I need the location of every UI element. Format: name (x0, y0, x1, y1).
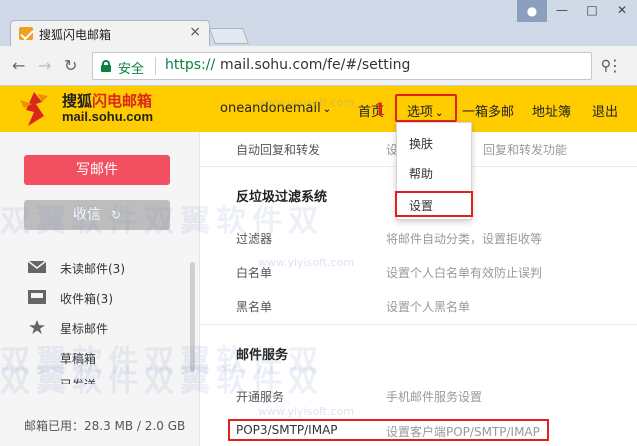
compose-button[interactable]: 写邮件 (24, 155, 170, 185)
dropdown-skin[interactable]: 换肤 (409, 135, 433, 152)
folder-sent[interactable]: 已发送 (28, 372, 188, 384)
close-window-icon[interactable]: ✕ (607, 0, 637, 22)
url-text: mail.sohu.com/fe/#/setting (220, 57, 411, 73)
setting-pop3-desc: 设置客户端POP/SMTP/IMAP (386, 425, 540, 439)
folder-inbox[interactable]: 收件箱(3) (28, 288, 188, 310)
secure-label: 安全 (118, 62, 145, 77)
lock-icon (101, 60, 111, 72)
setting-whitelist-desc: 设置个人白名单有效防止误判 (386, 266, 543, 280)
tab-title: 搜狐闪电邮箱 (39, 28, 112, 42)
address-bar[interactable]: 安全 https:// mail.sohu.com/fe/#/setting (92, 52, 592, 80)
settings-highlight-box (395, 191, 473, 217)
nav-logout[interactable]: 退出 (592, 101, 618, 120)
storage-quota: 邮箱已用：28.3 MB / 2.0 GB (24, 419, 186, 433)
sidebar: 写邮件 收信↻ 未读邮件(3) 收件箱(3) 星标邮件 草稿箱 已发送 邮箱已用… (0, 132, 200, 446)
folder-starred[interactable]: 星标邮件 (28, 318, 188, 340)
back-icon[interactable]: ← (12, 56, 25, 75)
folder-unread[interactable]: 未读邮件(3) (28, 258, 188, 280)
chevron-down-icon: ⌄ (322, 104, 332, 115)
sohu-header: 搜狐闪电邮箱 mail.sohu.com oneandonemail ⌄ 首页 选… (0, 86, 637, 132)
section-spam-filter: 反垃圾过滤系统 (236, 190, 328, 205)
chevron-down-icon: ⌄ (435, 108, 444, 119)
envelope-icon (28, 260, 46, 273)
section-mail-service: 邮件服务 (236, 348, 289, 363)
setting-pop3-smtp-imap[interactable]: POP3/SMTP/IMAP (236, 423, 338, 437)
setting-auto-reply-desc-b: 回复和转发功能 (483, 143, 568, 157)
setting-auto-reply[interactable]: 自动回复和转发 (236, 141, 320, 158)
browser-navbar: ← → ↻ 安全 https:// mail.sohu.com/fe/#/set… (0, 46, 637, 86)
maximize-icon[interactable]: □ (577, 0, 607, 22)
browser-tab[interactable]: 搜狐闪电邮箱 × (10, 20, 210, 46)
setting-open-service[interactable]: 开通服务 (236, 388, 284, 405)
dropdown-help[interactable]: 帮助 (409, 165, 433, 182)
browser-tabstrip: 搜狐闪电邮箱 × ● — □ ✕ (0, 0, 637, 46)
options-menu[interactable]: 选项 ⌄ (395, 94, 457, 122)
star-icon (29, 320, 45, 334)
nav-multi-mailbox[interactable]: 一箱多邮 (462, 101, 514, 120)
refresh-icon: ↻ (110, 208, 122, 222)
minimize-icon[interactable]: — (547, 0, 577, 22)
sidebar-scrollbar[interactable] (190, 262, 195, 372)
url-protocol: https:// (165, 57, 216, 73)
tab-close-icon[interactable]: × (189, 24, 201, 40)
account-menu[interactable]: oneandonemail ⌄ (220, 101, 331, 116)
forward-icon[interactable]: → (38, 56, 51, 75)
setting-open-service-desc: 手机邮件服务设置 (386, 390, 483, 404)
logo-text: 搜狐闪电邮箱 (62, 92, 153, 110)
nav-contacts[interactable]: 地址簿 (532, 101, 571, 120)
profile-icon[interactable]: ● (517, 0, 547, 22)
folder-drafts[interactable]: 草稿箱 (28, 348, 188, 370)
mail-favicon-icon (19, 27, 33, 40)
inbox-icon (28, 290, 46, 304)
setting-blacklist[interactable]: 黑名单 (236, 298, 272, 315)
receive-button[interactable]: 收信 ↻ (24, 200, 170, 230)
setting-whitelist[interactable]: 白名单 (236, 264, 272, 281)
new-tab-button[interactable] (209, 28, 249, 44)
browser-menu-icon[interactable]: ⋮ (607, 56, 623, 75)
annotation-step-1: 1 (374, 100, 386, 120)
setting-filter[interactable]: 过滤器 (236, 230, 272, 247)
logo-domain: mail.sohu.com (62, 109, 154, 124)
setting-filter-desc: 将邮件自动分类，设置拒收等 (386, 232, 543, 246)
reload-icon[interactable]: ↻ (64, 56, 77, 75)
setting-blacklist-desc: 设置个人黑名单 (386, 300, 471, 314)
sohu-fox-logo-icon (20, 92, 48, 126)
window-controls: ● — □ ✕ (517, 0, 637, 22)
